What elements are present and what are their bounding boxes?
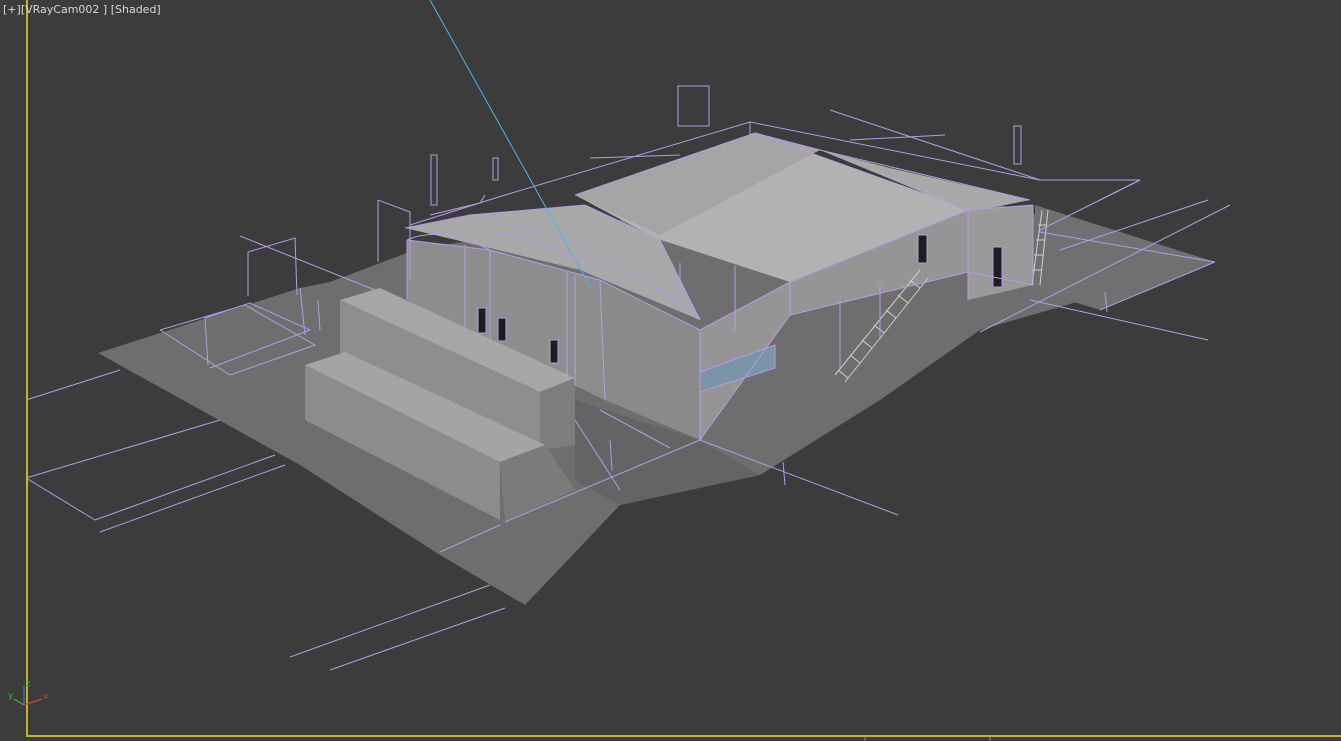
viewport-label-menu: [+][VRayCam002 ] [Shaded]	[3, 3, 161, 16]
scene-view[interactable]	[0, 0, 1341, 741]
door-4[interactable]	[917, 234, 928, 264]
axis-y-label: y	[8, 691, 14, 701]
door-2[interactable]	[497, 317, 507, 342]
door-3[interactable]	[549, 339, 559, 364]
viewport-vraycam002[interactable]: [+][VRayCam002 ] [Shaded] z y x	[0, 0, 1341, 741]
viewport-camera-menu[interactable]: [VRayCam002 ]	[21, 3, 107, 16]
viewport-shading-menu[interactable]: [Shaded]	[111, 3, 161, 16]
axis-z-label: z	[26, 679, 31, 689]
axis-x-label: x	[43, 692, 49, 702]
door-1[interactable]	[477, 307, 487, 334]
door-5[interactable]	[992, 246, 1003, 288]
viewport-plus-menu[interactable]: [+]	[3, 3, 21, 16]
axis-gizmo-icon: z y x	[8, 679, 49, 706]
